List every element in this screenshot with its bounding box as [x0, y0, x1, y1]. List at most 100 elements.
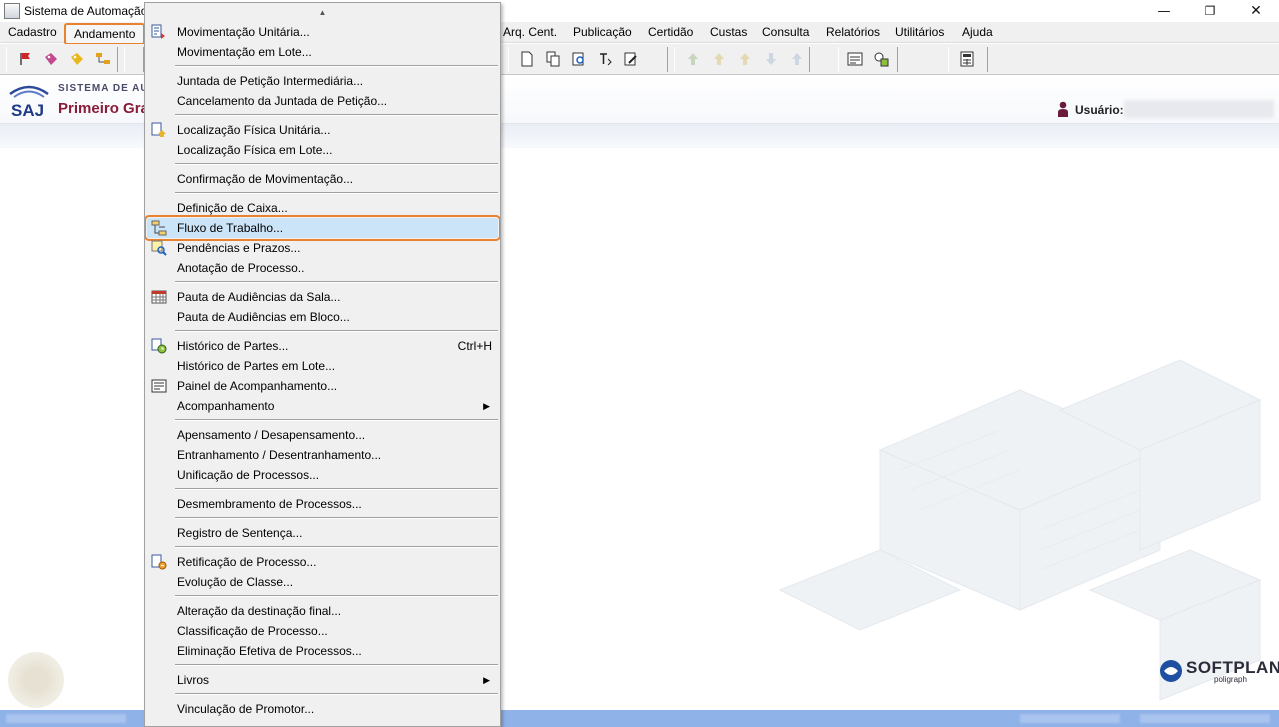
status-panel: [1020, 714, 1120, 723]
menu-item-pauta-de-audiencias-em-bloco[interactable]: Pauta de Audiências em Bloco...: [147, 307, 498, 327]
svg-text:SAJ: SAJ: [11, 101, 44, 120]
menu-item-label: Histórico de Partes...: [177, 339, 289, 353]
arrow-up-disabled-icon[interactable]: [710, 50, 728, 68]
menu-separator: [175, 114, 498, 116]
menu-item-apensamento-desapensamento[interactable]: Apensamento / Desapensamento...: [147, 425, 498, 445]
menu-andamento[interactable]: Andamento: [64, 23, 146, 45]
system-name: SISTEMA DE AUT: [58, 83, 156, 94]
menu-item-label: Livros: [177, 673, 210, 687]
menu-item-localizacao-fisica-em-lote[interactable]: Localização Física em Lote...: [147, 140, 498, 160]
user-name-redacted: [1124, 100, 1274, 118]
text-cursor-icon[interactable]: [596, 50, 614, 68]
menu-separator: [175, 163, 498, 165]
menu-item-definicao-de-caixa[interactable]: Definição de Caixa...: [147, 198, 498, 218]
softplan-logo-icon: [1160, 660, 1182, 682]
menu-separator: [175, 330, 498, 332]
user-label: Usuário:: [1075, 103, 1124, 117]
history-icon: [151, 338, 167, 354]
arrow-up-disabled-icon[interactable]: [736, 50, 754, 68]
minimize-button[interactable]: —: [1141, 0, 1187, 22]
menu-utilitarios[interactable]: Utilitários: [895, 22, 944, 43]
menu-item-eliminacao-efetiva-de-processos[interactable]: Eliminação Efetiva de Processos...: [147, 641, 498, 661]
arrow-up-disabled-icon[interactable]: [788, 50, 806, 68]
softplan-brand: SOFTPLAN poligraph: [1158, 658, 1279, 684]
menu-shortcut: Ctrl+H: [457, 339, 492, 353]
menu-item-vinculacao-de-promotor[interactable]: Vinculação de Promotor...: [147, 699, 498, 719]
calendar-icon: [151, 289, 167, 305]
menu-ajuda[interactable]: Ajuda: [962, 22, 993, 43]
menu-relatorios[interactable]: Relatórios: [826, 22, 880, 43]
menu-item-livros[interactable]: Livros ▶: [147, 670, 498, 690]
menu-separator: [175, 693, 498, 695]
tree-structure-icon[interactable]: [94, 50, 112, 68]
submenu-arrow-icon: ▶: [483, 401, 490, 411]
tag-yellow-icon[interactable]: [68, 50, 86, 68]
menu-item-label: Retificação de Processo...: [177, 555, 317, 569]
menu-item-historico-de-partes-em-lote[interactable]: Histórico de Partes em Lote...: [147, 356, 498, 376]
menu-item-desmembramento-de-processos[interactable]: Desmembramento de Processos...: [147, 494, 498, 514]
menu-item-label: Localização Física Unitária...: [177, 123, 331, 137]
menu-consulta[interactable]: Consulta: [762, 22, 809, 43]
tag-pink-icon[interactable]: [42, 50, 60, 68]
menu-item-retificacao-de-processo[interactable]: Retificação de Processo...: [147, 552, 498, 572]
edit-document-icon[interactable]: [622, 50, 640, 68]
rectify-icon: [151, 554, 167, 570]
window-title: Sistema de Automação: [24, 4, 148, 18]
menu-item-movimentacao-unitaria[interactable]: Movimentação Unitária...: [147, 22, 498, 42]
menu-item-pauta-de-audiencias-da-sala[interactable]: Pauta de Audiências da Sala...: [147, 287, 498, 307]
menu-arq-cent[interactable]: Arq. Cent.: [503, 22, 557, 43]
status-panel: [1140, 714, 1270, 723]
menu-item-classificacao-de-processo[interactable]: Classificação de Processo...: [147, 621, 498, 641]
menu-item-label: Classificação de Processo...: [177, 624, 328, 638]
menu-item-confirmacao-de-movimentacao[interactable]: Confirmação de Movimentação...: [147, 169, 498, 189]
app-window-icon: [4, 3, 20, 19]
location-icon: [151, 122, 167, 138]
menu-publicacao[interactable]: Publicação: [573, 22, 632, 43]
report-icon[interactable]: [846, 50, 864, 68]
menu-item-alteracao-da-destinacao-final[interactable]: Alteração da destinação final...: [147, 601, 498, 621]
arrow-down-disabled-icon[interactable]: [762, 50, 780, 68]
menu-item-label: Pendências e Prazos...: [177, 241, 301, 255]
calculator-icon[interactable]: [958, 50, 976, 68]
menu-item-juntada-de-peticao-intermediaria[interactable]: Juntada de Petição Intermediária...: [147, 71, 498, 91]
arrow-up-disabled-icon[interactable]: [684, 50, 702, 68]
menu-custas[interactable]: Custas: [710, 22, 747, 43]
copy-documents-icon[interactable]: [544, 50, 562, 68]
menu-item-evolucao-de-classe[interactable]: Evolução de Classe...: [147, 572, 498, 592]
menu-item-fluxo-de-trabalho[interactable]: Fluxo de Trabalho...: [145, 215, 500, 241]
menu-item-label: Evolução de Classe...: [177, 575, 294, 589]
movement-icon: [151, 24, 167, 40]
menu-item-localizacao-fisica-unitaria[interactable]: Localização Física Unitária...: [147, 120, 498, 140]
flag-red-icon[interactable]: [16, 50, 34, 68]
menu-separator: [175, 595, 498, 597]
menu-certidao[interactable]: Certidão: [648, 22, 693, 43]
menu-item-label: Eliminação Efetiva de Processos...: [177, 644, 362, 658]
brand-subtitle: poligraph: [1214, 674, 1247, 684]
users-search-icon[interactable]: [872, 50, 890, 68]
menu-item-pendencias-e-prazos[interactable]: Pendências e Prazos...: [147, 238, 498, 258]
menu-item-painel-de-acompanhamento[interactable]: Painel de Acompanhamento...: [147, 376, 498, 396]
menu-item-registro-de-sentenca[interactable]: Registro de Sentença...: [147, 523, 498, 543]
menu-item-cancelamento-da-juntada-de-peticao[interactable]: Cancelamento da Juntada de Petição...: [147, 91, 498, 111]
menu-item-acompanhamento[interactable]: Acompanhamento ▶: [147, 396, 498, 416]
document-icon[interactable]: [518, 50, 536, 68]
menu-item-label: Desmembramento de Processos...: [177, 497, 362, 511]
menu-item-anotacao-de-processo[interactable]: Anotação de Processo..: [147, 258, 498, 278]
search-document-icon[interactable]: [570, 50, 588, 68]
close-button[interactable]: ✕: [1233, 0, 1279, 22]
menu-item-historico-de-partes[interactable]: Histórico de Partes... Ctrl+H: [147, 336, 498, 356]
scroll-up-arrow[interactable]: ▲: [145, 3, 500, 21]
menu-item-unificacao-de-processos[interactable]: Unificação de Processos...: [147, 465, 498, 485]
menu-item-label: Juntada de Petição Intermediária...: [177, 74, 364, 88]
menu-item-entranhamento-desentranhamento[interactable]: Entranhamento / Desentranhamento...: [147, 445, 498, 465]
panel-icon: [151, 378, 167, 394]
menu-item-movimentacao-em-lote[interactable]: Movimentação em Lote...: [147, 42, 498, 62]
maximize-button[interactable]: ❐: [1187, 0, 1233, 22]
menu-item-label: Movimentação em Lote...: [177, 45, 312, 59]
menu-separator: [175, 192, 498, 194]
workflow-icon: [151, 220, 167, 236]
menu-item-label: Vinculação de Promotor...: [177, 702, 315, 716]
menu-item-label: Entranhamento / Desentranhamento...: [177, 448, 382, 462]
menu-item-label: Fluxo de Trabalho...: [177, 221, 284, 235]
menu-cadastro[interactable]: Cadastro: [8, 22, 57, 43]
